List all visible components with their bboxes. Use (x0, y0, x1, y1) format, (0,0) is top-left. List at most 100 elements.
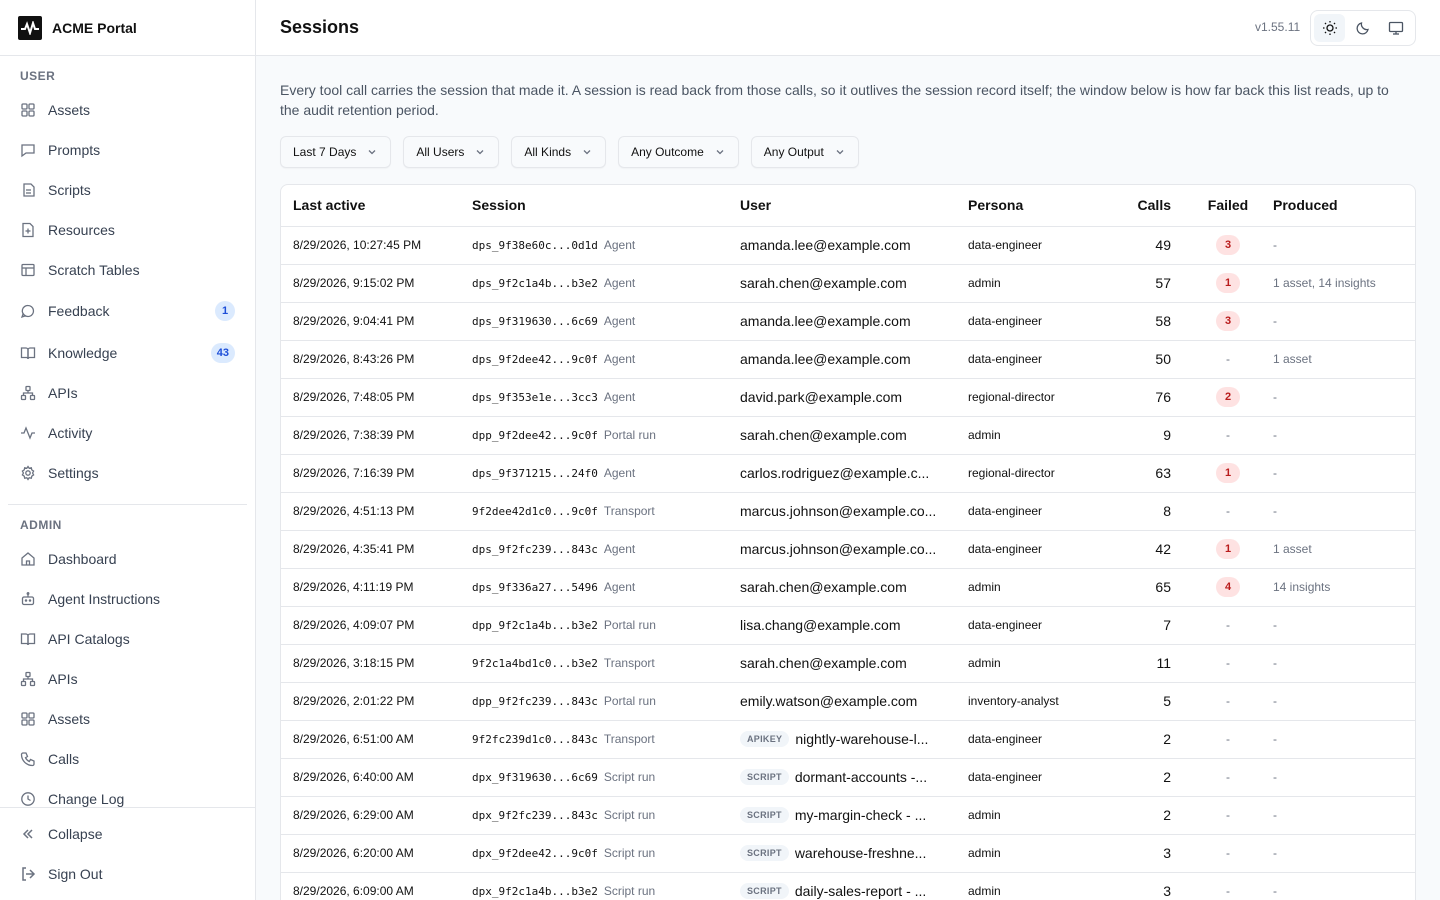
col-calls[interactable]: Calls (1115, 185, 1195, 227)
sessions-table-card: Last active Session User Persona Calls F… (280, 184, 1416, 900)
table-row[interactable]: 8/29/2026, 6:51:00 AM 9f2fc239d1c0...843c… (281, 720, 1415, 759)
table-row[interactable]: 8/29/2026, 4:09:07 PM dpp_9f2c1a4b...b3e2… (281, 606, 1415, 645)
filter-last-7-days[interactable]: Last 7 Days (280, 136, 392, 168)
session-id[interactable]: dps_9f371215...24f0 (472, 467, 598, 480)
session-id[interactable]: dpx_9f2dee42...9c0f (472, 847, 598, 860)
session-id[interactable]: dpx_9f2c1a4b...b3e2 (472, 885, 598, 898)
session-id[interactable]: dps_9f319630...6c69 (472, 315, 598, 328)
sidebar-item-knowledge[interactable]: Knowledge 43 (8, 335, 247, 371)
sidebar-item-assets[interactable]: Assets (8, 92, 247, 128)
table-row[interactable]: 8/29/2026, 4:35:41 PM dps_9f2fc239...843c… (281, 530, 1415, 569)
table-row[interactable]: 8/29/2026, 6:09:00 AM dpx_9f2c1a4b...b3e2… (281, 872, 1415, 900)
sidebar-item-label: Assets (48, 102, 91, 118)
session-cell: dps_9f336a27...5496 Agent (472, 568, 740, 607)
session-kind: Agent (603, 466, 636, 480)
failed-cell: 1 (1195, 264, 1261, 303)
session-cell: dpp_9f2dee42...9c0f Portal run (472, 416, 740, 455)
table-row[interactable]: 8/29/2026, 7:16:39 PM dps_9f371215...24f0… (281, 454, 1415, 493)
admin-item-agent-instructions[interactable]: Agent Instructions (8, 581, 247, 617)
user-email: amanda.lee@example.com (740, 237, 911, 253)
admin-item-dashboard[interactable]: Dashboard (8, 541, 247, 577)
session-id[interactable]: dpp_9f2dee42...9c0f (472, 429, 598, 442)
sidebar-item-resources[interactable]: Resources (8, 212, 247, 248)
brand[interactable]: ACME Portal (0, 0, 255, 56)
filter-any-outcome[interactable]: Any Outcome (618, 136, 739, 168)
col-failed[interactable]: Failed (1195, 185, 1261, 227)
session-id[interactable]: 9f2c1a4bd1c0...b3e2 (472, 657, 598, 670)
session-id[interactable]: 9f2dee42d1c0...9c0f (472, 505, 598, 518)
user-cell: amanda.lee@example.com (740, 340, 968, 379)
admin-item-api-catalogs[interactable]: API Catalogs (8, 621, 247, 657)
persona-cell: data-engineer (968, 302, 1115, 341)
session-id[interactable]: dps_9f2dee42...9c0f (472, 353, 598, 366)
session-id[interactable]: dpx_9f2fc239...843c (472, 809, 598, 822)
session-cell: dpp_9f2fc239...843c Portal run (472, 682, 740, 721)
user-cell: david.park@example.com (740, 378, 968, 417)
session-id[interactable]: dps_9f2c1a4b...b3e2 (472, 277, 598, 290)
table-row[interactable]: 8/29/2026, 8:43:26 PM dps_9f2dee42...9c0f… (281, 340, 1415, 379)
table-row[interactable]: 8/29/2026, 10:27:45 PM dps_9f38e60c...0d1… (281, 226, 1415, 265)
col-produced[interactable]: Produced (1261, 185, 1415, 227)
table-row[interactable]: 8/29/2026, 4:51:13 PM 9f2dee42d1c0...9c0f… (281, 492, 1415, 531)
filter-all-kinds[interactable]: All Kinds (511, 136, 607, 168)
table-row[interactable]: 8/29/2026, 4:11:19 PM dps_9f336a27...5496… (281, 568, 1415, 607)
sidebar-item-label: Calls (48, 751, 80, 767)
session-id[interactable]: dps_9f353e1e...3cc3 (472, 391, 598, 404)
produced-cell: - (1261, 644, 1415, 683)
last-active-cell: 8/29/2026, 10:27:45 PM (281, 226, 472, 265)
table-row[interactable]: 8/29/2026, 2:01:22 PM dpp_9f2fc239...843c… (281, 682, 1415, 721)
table-row[interactable]: 8/29/2026, 6:40:00 AM dpx_9f319630...6c69… (281, 758, 1415, 797)
table-row[interactable]: 8/29/2026, 3:18:15 PM 9f2c1a4bd1c0...b3e2… (281, 644, 1415, 683)
failed-cell: 3 (1195, 302, 1261, 341)
sidebar-item-apis[interactable]: APIs (8, 375, 247, 411)
failed-none: - (1226, 428, 1230, 442)
table-row[interactable]: 8/29/2026, 6:29:00 AM dpx_9f2fc239...843c… (281, 796, 1415, 835)
collapse-button[interactable]: Collapse (8, 816, 247, 852)
col-persona[interactable]: Persona (968, 185, 1115, 227)
col-last-active[interactable]: Last active (281, 185, 472, 227)
filter-any-output[interactable]: Any Output (750, 136, 859, 168)
chevron-down-icon (834, 146, 846, 158)
session-id[interactable]: dpp_9f2c1a4b...b3e2 (472, 619, 598, 632)
col-user[interactable]: User (740, 185, 968, 227)
session-id[interactable]: dps_9f336a27...5496 (472, 581, 598, 594)
session-kind: Portal run (603, 618, 656, 632)
table-row[interactable]: 8/29/2026, 7:38:39 PM dpp_9f2dee42...9c0f… (281, 416, 1415, 455)
failed-none: - (1226, 884, 1230, 898)
session-id[interactable]: dps_9f38e60c...0d1d (472, 239, 598, 252)
user-cell: sarah.chen@example.com (740, 264, 968, 303)
failed-cell: - (1195, 872, 1261, 900)
admin-item-apis[interactable]: APIs (8, 661, 247, 697)
gear-icon (20, 465, 36, 481)
session-cell: dps_9f2c1a4b...b3e2 Agent (472, 264, 740, 303)
admin-item-change-log[interactable]: Change Log (8, 781, 247, 808)
sidebar-item-scratch-tables[interactable]: Scratch Tables (8, 252, 247, 288)
user-cell: carlos.rodriguez@example.c... (740, 454, 968, 493)
persona-cell: data-engineer (968, 340, 1115, 379)
session-id[interactable]: dpp_9f2fc239...843c (472, 695, 598, 708)
table-row[interactable]: 8/29/2026, 7:48:05 PM dps_9f353e1e...3cc3… (281, 378, 1415, 417)
col-session[interactable]: Session (472, 185, 740, 227)
light-theme-button[interactable] (1314, 14, 1346, 42)
session-id[interactable]: dpx_9f319630...6c69 (472, 771, 598, 784)
sign-out-button[interactable]: Sign Out (8, 856, 247, 892)
sidebar-item-scripts[interactable]: Scripts (8, 172, 247, 208)
session-kind: Script run (603, 770, 656, 784)
table-row[interactable]: 8/29/2026, 9:15:02 PM dps_9f2c1a4b...b3e2… (281, 264, 1415, 303)
sidebar-item-feedback[interactable]: Feedback 1 (8, 293, 247, 329)
system-theme-button[interactable] (1381, 14, 1412, 42)
admin-item-calls[interactable]: Calls (8, 741, 247, 777)
user-section-label: USER (20, 69, 56, 83)
sidebar-item-settings[interactable]: Settings (8, 455, 247, 491)
filter-all-users[interactable]: All Users (403, 136, 500, 168)
failed-cell: - (1195, 682, 1261, 721)
sidebar-item-prompts[interactable]: Prompts (8, 132, 247, 168)
dark-theme-button[interactable] (1347, 14, 1378, 42)
sidebar-item-activity[interactable]: Activity (8, 415, 247, 451)
table-row[interactable]: 8/29/2026, 6:20:00 AM dpx_9f2dee42...9c0f… (281, 834, 1415, 873)
session-id[interactable]: dps_9f2fc239...843c (472, 543, 598, 556)
session-id[interactable]: 9f2fc239d1c0...843c (472, 733, 598, 746)
persona-cell: inventory-analyst (968, 682, 1115, 721)
admin-item-assets[interactable]: Assets (8, 701, 247, 737)
table-row[interactable]: 8/29/2026, 9:04:41 PM dps_9f319630...6c69… (281, 302, 1415, 341)
